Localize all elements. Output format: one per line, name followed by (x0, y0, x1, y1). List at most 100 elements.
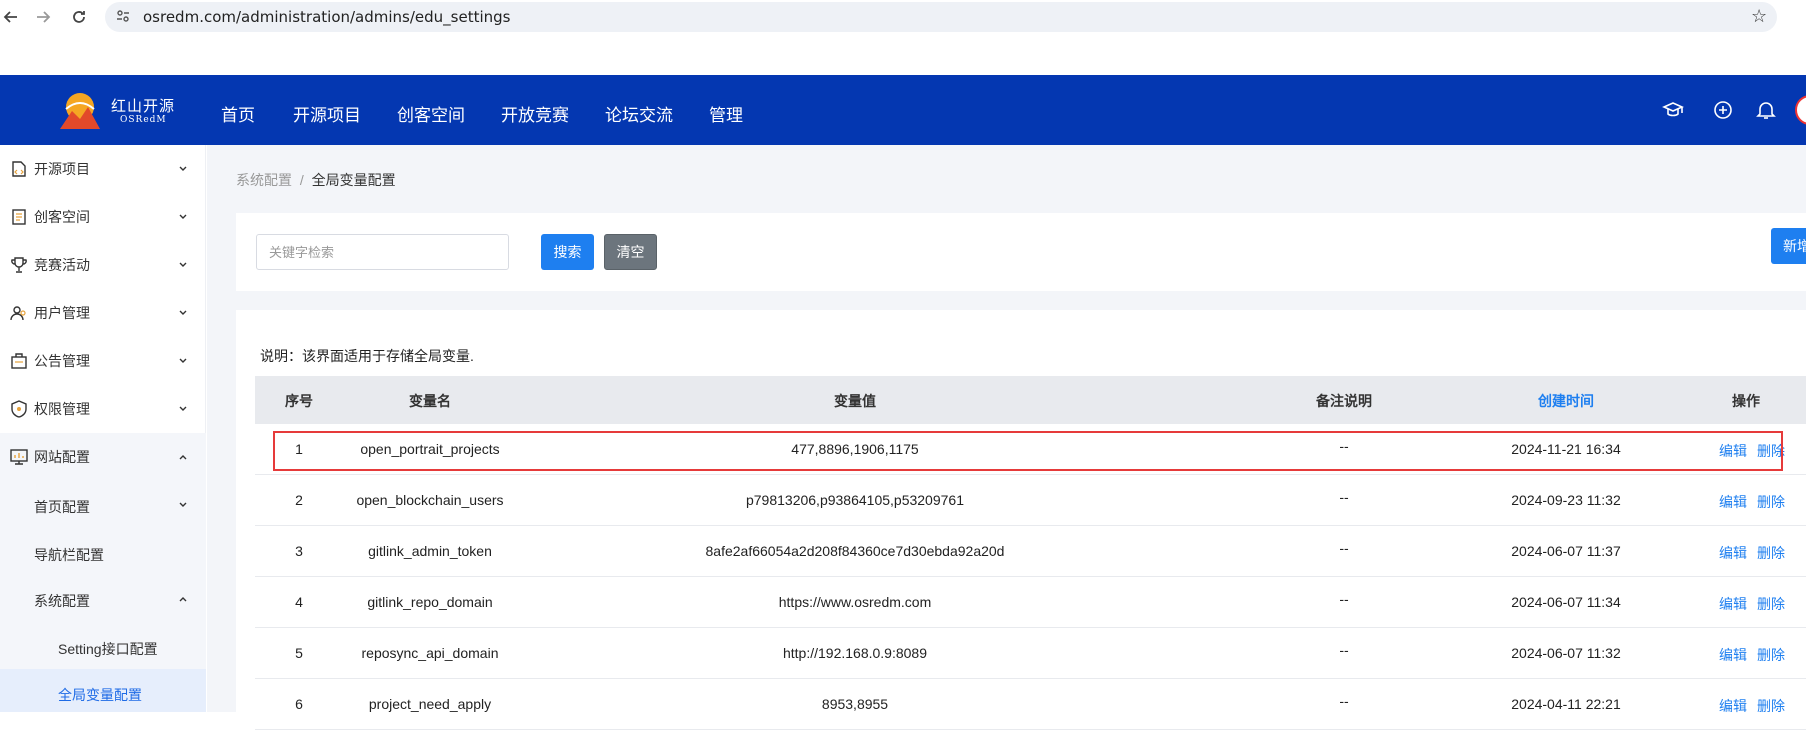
chevron-down-icon (179, 166, 187, 171)
sidebar-item-announcements[interactable]: 公告管理 (0, 337, 206, 385)
page-description: 说明：该界面适用于存储全局变量. (260, 348, 474, 364)
sidebar-item-open-source[interactable]: 开源项目 (0, 145, 206, 193)
row-name: project_need_apply (368, 696, 492, 712)
nav-home[interactable]: 首页 (221, 101, 255, 126)
delete-link[interactable]: 删除 (1757, 696, 1785, 716)
search-input[interactable] (256, 234, 509, 270)
sidebar-item-users[interactable]: 用户管理 (0, 289, 206, 337)
header-remark: 备注说明 (1316, 393, 1372, 409)
osredm-logo[interactable] (60, 91, 100, 129)
table-header: 序号 变量名 变量值 备注说明 创建时间 操作 (255, 376, 1806, 424)
new-button[interactable]: 新增 (1771, 228, 1806, 264)
header-value: 变量值 (834, 393, 876, 409)
row-value: p79813206,p93864105,p53209761 (745, 492, 964, 508)
user-avatar[interactable] (1795, 95, 1806, 125)
edit-link[interactable]: 编辑 (1719, 696, 1747, 716)
row-value: 8afe2af66054a2d208f84360ce7d30ebda92a20d (705, 543, 1005, 559)
delete-link[interactable]: 删除 (1757, 543, 1785, 563)
chevron-down-icon (179, 310, 187, 315)
browser-toolbar: osredm.com/administration/admins/edu_set… (0, 0, 1806, 34)
delete-link[interactable]: 删除 (1757, 492, 1785, 512)
row-created: 2024-06-07 11:32 (1511, 645, 1621, 661)
header-created-sort[interactable]: 创建时间 (1526, 391, 1606, 411)
reload-icon[interactable] (68, 6, 90, 28)
delete-link[interactable]: 删除 (1757, 594, 1785, 614)
forward-icon[interactable] (32, 6, 54, 28)
sidebar-item-competitions[interactable]: 竞赛活动 (0, 241, 206, 289)
back-icon[interactable] (0, 6, 22, 28)
chevron-down-icon (179, 358, 187, 363)
nav-admin[interactable]: 管理 (709, 101, 743, 126)
trophy-icon (11, 257, 27, 273)
row-index: 4 (295, 594, 303, 610)
sidebar-subitem-system-config[interactable]: 系统配置 (0, 577, 206, 623)
header-index: 序号 (285, 393, 313, 409)
header-actions: 操作 (1732, 393, 1760, 409)
chevron-up-icon (179, 455, 187, 460)
row-remark: -- (1339, 693, 1349, 709)
sidebar-subitem-label: 系统配置 (34, 593, 90, 609)
site-settings-icon[interactable] (116, 9, 130, 23)
nav-maker-space[interactable]: 创客空间 (397, 101, 465, 126)
sidebar-item-label: 权限管理 (34, 401, 90, 417)
row-index: 5 (295, 645, 303, 661)
row-value: http://192.168.0.9:8089 (782, 645, 927, 661)
sidebar-subitem-navbar-config[interactable]: 导航栏配置 (0, 529, 206, 577)
bell-icon[interactable] (1755, 99, 1777, 121)
edit-link[interactable]: 编辑 (1719, 492, 1747, 512)
table-card: 说明：该界面适用于存储全局变量. 序号 变量名 变量值 备注说明 创建时间 操作… (236, 310, 1806, 730)
shield-icon (11, 400, 27, 418)
sidebar-subitem-label: 导航栏配置 (34, 547, 104, 563)
breadcrumb-parent[interactable]: 系统配置 (236, 172, 292, 188)
sidebar-subitem-setting-api[interactable]: Setting接口配置 (0, 623, 206, 669)
sidebar-item-label: 网站配置 (34, 449, 90, 465)
users-icon (10, 306, 26, 321)
main-content: 系统配置 / 全局变量配置 搜索 清空 新增 说明：该界面适用于存储全局变量. … (207, 145, 1806, 730)
row-name: gitlink_admin_token (368, 543, 492, 559)
monitor-icon (10, 449, 28, 465)
sidebar-item-permissions[interactable]: 权限管理 (0, 385, 206, 433)
maker-icon (12, 209, 26, 225)
row-remark: -- (1339, 489, 1349, 505)
chevron-up-icon (179, 597, 187, 602)
filter-card: 搜索 清空 新增 (236, 213, 1806, 291)
url-text: osredm.com/administration/admins/edu_set… (143, 8, 511, 26)
brand-name-en: OSRedM (120, 115, 167, 125)
sidebar-subitem-home-config[interactable]: 首页配置 (0, 481, 206, 529)
edit-link[interactable]: 编辑 (1719, 543, 1747, 563)
nav-forum[interactable]: 论坛交流 (605, 101, 673, 126)
search-button[interactable]: 搜索 (541, 234, 594, 270)
sidebar-subitem-label: 首页配置 (34, 499, 90, 515)
sidebar-item-label: 用户管理 (34, 305, 90, 321)
sidebar-subitem-label: Setting接口配置 (58, 641, 158, 657)
row-created: 2024-06-07 11:34 (1511, 594, 1621, 610)
row-name: open_blockchain_users (356, 492, 504, 508)
nav-open-source[interactable]: 开源项目 (293, 101, 361, 126)
row-index: 2 (295, 492, 303, 508)
delete-link[interactable]: 删除 (1757, 645, 1785, 665)
row-value: 8953,8955 (821, 696, 889, 712)
nav-competition[interactable]: 开放竞赛 (501, 101, 569, 126)
row-index: 6 (295, 696, 303, 712)
sidebar-subitem-global-vars[interactable]: 全局变量配置 (0, 669, 206, 712)
chevron-down-icon (179, 502, 187, 507)
add-circle-icon[interactable] (1712, 99, 1734, 121)
row-value: https://www.osredm.com (778, 594, 932, 610)
row-name: reposync_api_domain (361, 645, 499, 661)
top-navigation: 红山开源 OSRedM 首页 开源项目 创客空间 开放竞赛 论坛交流 管理 (0, 75, 1806, 145)
bookmark-star-icon[interactable]: ☆ (1751, 6, 1767, 27)
edit-link[interactable]: 编辑 (1719, 594, 1747, 614)
row-created: 2024-04-11 22:21 (1511, 696, 1621, 712)
sidebar-item-maker-space[interactable]: 创客空间 (0, 193, 206, 241)
clear-button[interactable]: 清空 (604, 234, 657, 270)
row-highlight-annotation (273, 431, 1783, 471)
announcement-icon (11, 353, 27, 369)
chevron-down-icon (179, 214, 187, 219)
row-remark: -- (1339, 540, 1349, 556)
breadcrumb: 系统配置 / 全局变量配置 (236, 170, 396, 190)
graduation-cap-icon[interactable] (1662, 99, 1684, 121)
table-row: 6 project_need_apply 8953,8955 -- 2024-0… (255, 679, 1806, 730)
sidebar-item-site-config[interactable]: 网站配置 (0, 433, 206, 481)
edit-link[interactable]: 编辑 (1719, 645, 1747, 665)
sidebar-item-label: 公告管理 (34, 353, 90, 369)
